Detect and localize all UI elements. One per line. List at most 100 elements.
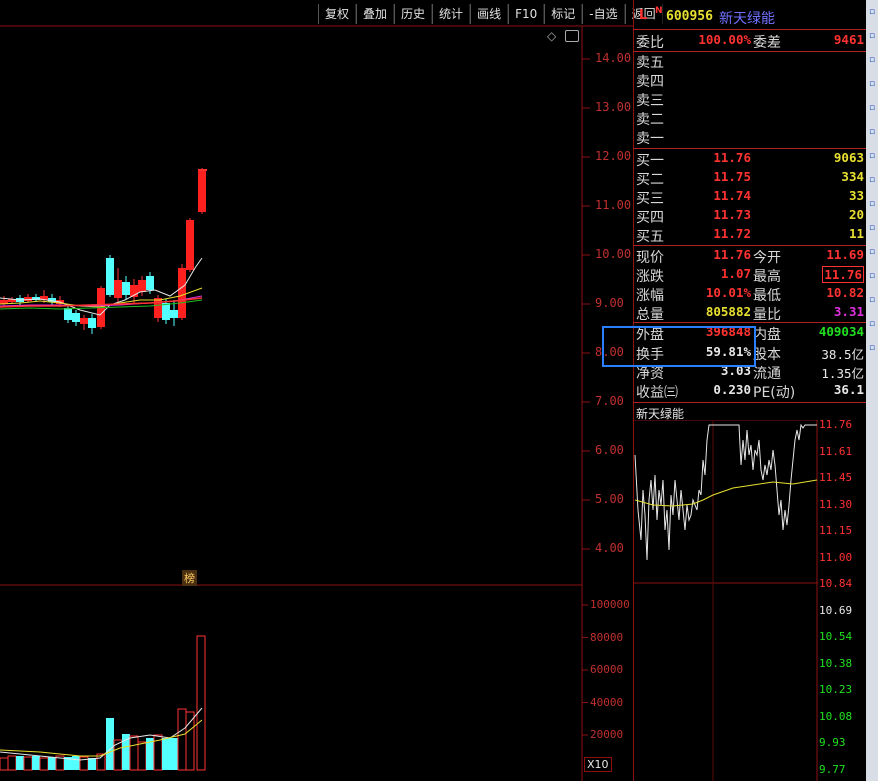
- kline-chart: [0, 25, 633, 781]
- candle-body: [154, 298, 162, 318]
- zongliang-value: 805882: [705, 304, 751, 319]
- price-axis-label: 14.00: [595, 51, 632, 65]
- candle-body: [178, 268, 186, 318]
- stock-flag-n: N: [655, 6, 663, 16]
- candle-body: [170, 310, 178, 318]
- orderbook-row[interactable]: 买三 11.74 33: [633, 188, 866, 207]
- volume-axis-label: 20000: [590, 728, 624, 741]
- sidebar-icon-10[interactable]: ▫: [867, 222, 877, 234]
- sidebar-icon-13[interactable]: ▫: [867, 294, 877, 306]
- orderbook-price: 11.76: [713, 150, 751, 165]
- zuidi-value: 10.82: [826, 285, 864, 300]
- zongliang-row: 总量 805882 量比 3.31: [633, 304, 866, 323]
- zhangdie-row: 涨跌 1.07 最高 11.76: [633, 266, 866, 285]
- window-toggle-icon[interactable]: [565, 30, 579, 42]
- candle-body: [72, 313, 80, 322]
- orderbook-row[interactable]: 买二 11.75 334: [633, 169, 866, 188]
- candle-body: [162, 303, 170, 320]
- orderbook-level-label: 买二: [636, 172, 664, 188]
- volume-unit: X10: [584, 757, 612, 772]
- orderbook-quantity: 11: [848, 226, 864, 241]
- orderbook-row[interactable]: 买一 11.76 9063: [633, 150, 866, 169]
- orderbook-level-label: 卖四: [636, 74, 664, 90]
- sidebar-icon-14[interactable]: ▫: [867, 318, 877, 330]
- rank-badge[interactable]: 榜: [182, 570, 197, 586]
- volume-bar: [137, 741, 147, 771]
- volume-bar: [48, 757, 56, 770]
- candle-body: [80, 318, 88, 324]
- diamond-icon[interactable]: ◇: [547, 29, 556, 43]
- sidebar-icon-3[interactable]: ▫: [867, 54, 877, 66]
- stock-code: 600956: [666, 9, 713, 24]
- intraday-chart: [633, 420, 818, 781]
- orderbook-row[interactable]: 买五 11.72 11: [633, 226, 866, 245]
- sidebar-icon-8[interactable]: ▫: [867, 174, 877, 186]
- volume-bar: [7, 755, 17, 771]
- sidebar-icon-9[interactable]: ▫: [867, 198, 877, 210]
- orderbook-level-label: 卖二: [636, 112, 664, 128]
- stock-name: 新天绿能: [719, 11, 775, 27]
- wei-bi-label: 委比: [636, 35, 664, 51]
- volume-bar: [106, 718, 114, 770]
- neipan-label: 内盘: [753, 327, 781, 343]
- liutong-label: 流通: [753, 366, 781, 382]
- zhangfu-label: 涨幅: [636, 288, 664, 304]
- xianjia-label: 现价: [636, 250, 664, 266]
- intraday-price-label: 11.30: [819, 497, 853, 511]
- liutong-value: 1.35亿: [821, 366, 864, 381]
- orderbook-row[interactable]: 卖五: [633, 52, 866, 71]
- wei-cha-label: 委差: [753, 35, 781, 51]
- orderbook-level-label: 买五: [636, 229, 664, 245]
- volume-bar: [0, 757, 9, 771]
- orderbook-quantity: 20: [848, 207, 864, 222]
- volume-bar: [32, 756, 40, 770]
- highlight-box: [602, 326, 756, 367]
- intraday-price-label: 11.76: [819, 418, 853, 431]
- intraday-price-label: 11.00: [819, 550, 853, 564]
- zhangdie-label: 涨跌: [636, 269, 664, 285]
- volume-bar: [16, 756, 24, 770]
- candle-body: [186, 220, 194, 270]
- guben-label: 股本: [753, 347, 781, 363]
- orderbook-row[interactable]: 卖四: [633, 71, 866, 90]
- volume-bar: [170, 738, 178, 770]
- sidebar-icon-7[interactable]: ▫: [867, 150, 877, 162]
- orderbook-row[interactable]: 卖三: [633, 90, 866, 109]
- volume-axis-label: 80000: [590, 630, 624, 644]
- sidebar-icon-5[interactable]: ▫: [867, 102, 877, 114]
- orderbook-quantity: 33: [848, 188, 864, 203]
- wei-cha-value: 9461: [833, 32, 864, 47]
- intraday-price-label: 10.84: [819, 577, 853, 590]
- price-axis-label: 7.00: [595, 394, 624, 408]
- liangbi-label: 量比: [753, 307, 781, 323]
- candle-body: [198, 170, 206, 212]
- orderbook-row[interactable]: 买四 11.73 20: [633, 207, 866, 226]
- sidebar-icon-15[interactable]: ▫: [867, 342, 877, 354]
- intraday-price-label: 11.15: [819, 524, 853, 537]
- sidebar-icon-2[interactable]: ▫: [867, 30, 877, 42]
- volume-bar: [196, 635, 206, 771]
- intraday-price-label: 9.77: [819, 762, 846, 776]
- zuidi-label: 最低: [753, 288, 781, 304]
- orderbook-level-label: 买一: [636, 153, 664, 169]
- sidebar-icon-6[interactable]: ▫: [867, 126, 877, 138]
- sidebar-icon-4[interactable]: ▫: [867, 78, 877, 90]
- candle-body: [122, 282, 130, 295]
- zuigao-value: 11.76: [822, 266, 864, 283]
- price-axis-label: 6.00: [595, 443, 624, 457]
- orderbook-row[interactable]: 卖二: [633, 109, 866, 128]
- sidebar-icon-12[interactable]: ▫: [867, 270, 877, 282]
- stock-flag-l: L: [639, 8, 648, 23]
- sidebar-icon-11[interactable]: ▫: [867, 246, 877, 258]
- volume-bar: [129, 735, 139, 771]
- orderbook-price: 11.74: [713, 188, 751, 203]
- intraday-price-label: 11.61: [819, 444, 853, 458]
- orderbook-price: 11.75: [713, 169, 751, 184]
- zhangfu-value: 10.01%: [705, 285, 751, 300]
- orderbook-row[interactable]: 卖一: [633, 128, 866, 147]
- candle-body: [106, 258, 114, 295]
- orderbook-level-label: 买三: [636, 191, 664, 207]
- sidebar-icon-1[interactable]: ▫: [867, 6, 877, 18]
- price-axis-label: 9.00: [595, 296, 624, 310]
- neipan-value: 409034: [818, 324, 864, 339]
